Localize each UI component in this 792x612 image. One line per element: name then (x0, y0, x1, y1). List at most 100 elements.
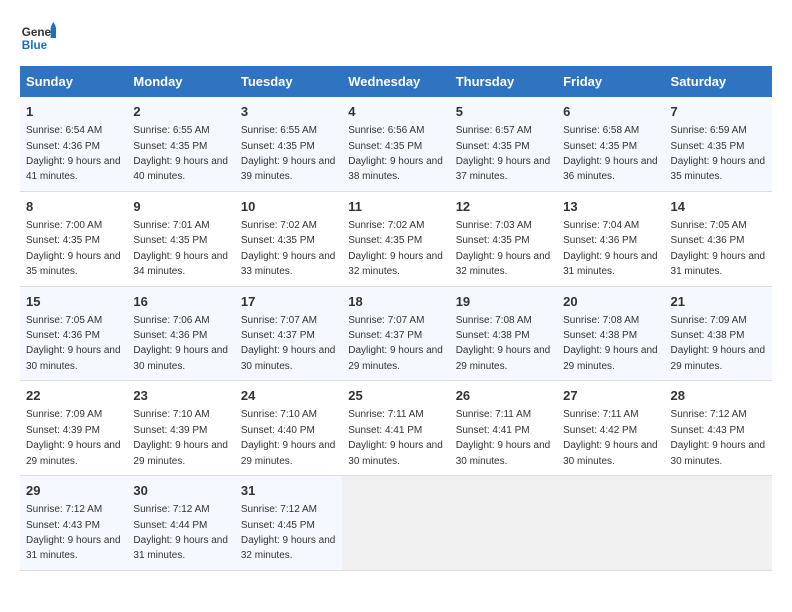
day-info: Sunrise: 7:12 AM Sunset: 4:45 PM Dayligh… (241, 504, 336, 561)
day-number: 26 (456, 387, 551, 405)
day-number: 4 (348, 103, 443, 121)
calendar-cell (665, 476, 772, 571)
day-info: Sunrise: 7:07 AM Sunset: 4:37 PM Dayligh… (241, 315, 336, 372)
day-info: Sunrise: 7:03 AM Sunset: 4:35 PM Dayligh… (456, 220, 551, 277)
calendar-cell: 28 Sunrise: 7:12 AM Sunset: 4:43 PM Dayl… (665, 381, 772, 476)
calendar-cell: 14 Sunrise: 7:05 AM Sunset: 4:36 PM Dayl… (665, 191, 772, 286)
calendar-cell: 30 Sunrise: 7:12 AM Sunset: 4:44 PM Dayl… (127, 476, 234, 571)
day-number: 11 (348, 198, 443, 216)
day-info: Sunrise: 7:02 AM Sunset: 4:35 PM Dayligh… (348, 220, 443, 277)
day-number: 21 (671, 293, 766, 311)
calendar-cell: 24 Sunrise: 7:10 AM Sunset: 4:40 PM Dayl… (235, 381, 342, 476)
weekday-header-wednesday: Wednesday (342, 66, 449, 97)
day-info: Sunrise: 6:59 AM Sunset: 4:35 PM Dayligh… (671, 125, 766, 182)
day-info: Sunrise: 7:05 AM Sunset: 4:36 PM Dayligh… (671, 220, 766, 277)
day-number: 31 (241, 482, 336, 500)
weekday-header-friday: Friday (557, 66, 664, 97)
calendar-cell: 21 Sunrise: 7:09 AM Sunset: 4:38 PM Dayl… (665, 286, 772, 381)
header: General Blue (20, 20, 772, 56)
calendar-week-row: 22 Sunrise: 7:09 AM Sunset: 4:39 PM Dayl… (20, 381, 772, 476)
day-info: Sunrise: 7:01 AM Sunset: 4:35 PM Dayligh… (133, 220, 228, 277)
calendar-cell: 12 Sunrise: 7:03 AM Sunset: 4:35 PM Dayl… (450, 191, 557, 286)
day-info: Sunrise: 7:02 AM Sunset: 4:35 PM Dayligh… (241, 220, 336, 277)
day-number: 29 (26, 482, 121, 500)
day-info: Sunrise: 7:12 AM Sunset: 4:44 PM Dayligh… (133, 504, 228, 561)
calendar-cell: 15 Sunrise: 7:05 AM Sunset: 4:36 PM Dayl… (20, 286, 127, 381)
logo: General Blue (20, 20, 56, 56)
day-info: Sunrise: 7:04 AM Sunset: 4:36 PM Dayligh… (563, 220, 658, 277)
calendar-cell: 7 Sunrise: 6:59 AM Sunset: 4:35 PM Dayli… (665, 97, 772, 191)
calendar-cell (450, 476, 557, 571)
calendar-week-row: 8 Sunrise: 7:00 AM Sunset: 4:35 PM Dayli… (20, 191, 772, 286)
day-info: Sunrise: 6:55 AM Sunset: 4:35 PM Dayligh… (241, 125, 336, 182)
logo-icon: General Blue (20, 20, 56, 56)
calendar-week-row: 15 Sunrise: 7:05 AM Sunset: 4:36 PM Dayl… (20, 286, 772, 381)
day-info: Sunrise: 7:08 AM Sunset: 4:38 PM Dayligh… (563, 315, 658, 372)
day-number: 12 (456, 198, 551, 216)
calendar-cell (557, 476, 664, 571)
calendar-table: SundayMondayTuesdayWednesdayThursdayFrid… (20, 66, 772, 571)
day-info: Sunrise: 7:05 AM Sunset: 4:36 PM Dayligh… (26, 315, 121, 372)
day-info: Sunrise: 7:10 AM Sunset: 4:39 PM Dayligh… (133, 409, 228, 466)
day-number: 30 (133, 482, 228, 500)
day-number: 18 (348, 293, 443, 311)
day-number: 23 (133, 387, 228, 405)
calendar-cell: 9 Sunrise: 7:01 AM Sunset: 4:35 PM Dayli… (127, 191, 234, 286)
calendar-cell: 13 Sunrise: 7:04 AM Sunset: 4:36 PM Dayl… (557, 191, 664, 286)
day-number: 15 (26, 293, 121, 311)
calendar-cell: 23 Sunrise: 7:10 AM Sunset: 4:39 PM Dayl… (127, 381, 234, 476)
day-number: 10 (241, 198, 336, 216)
calendar-cell: 4 Sunrise: 6:56 AM Sunset: 4:35 PM Dayli… (342, 97, 449, 191)
day-info: Sunrise: 7:12 AM Sunset: 4:43 PM Dayligh… (26, 504, 121, 561)
calendar-cell: 1 Sunrise: 6:54 AM Sunset: 4:36 PM Dayli… (20, 97, 127, 191)
day-info: Sunrise: 7:11 AM Sunset: 4:42 PM Dayligh… (563, 409, 658, 466)
calendar-cell: 8 Sunrise: 7:00 AM Sunset: 4:35 PM Dayli… (20, 191, 127, 286)
calendar-cell: 29 Sunrise: 7:12 AM Sunset: 4:43 PM Dayl… (20, 476, 127, 571)
day-number: 25 (348, 387, 443, 405)
day-number: 16 (133, 293, 228, 311)
calendar-cell: 20 Sunrise: 7:08 AM Sunset: 4:38 PM Dayl… (557, 286, 664, 381)
day-number: 5 (456, 103, 551, 121)
calendar-cell: 22 Sunrise: 7:09 AM Sunset: 4:39 PM Dayl… (20, 381, 127, 476)
day-info: Sunrise: 7:07 AM Sunset: 4:37 PM Dayligh… (348, 315, 443, 372)
calendar-cell: 31 Sunrise: 7:12 AM Sunset: 4:45 PM Dayl… (235, 476, 342, 571)
day-info: Sunrise: 7:11 AM Sunset: 4:41 PM Dayligh… (456, 409, 551, 466)
calendar-cell: 19 Sunrise: 7:08 AM Sunset: 4:38 PM Dayl… (450, 286, 557, 381)
weekday-header-thursday: Thursday (450, 66, 557, 97)
calendar-cell: 6 Sunrise: 6:58 AM Sunset: 4:35 PM Dayli… (557, 97, 664, 191)
day-number: 13 (563, 198, 658, 216)
calendar-cell: 17 Sunrise: 7:07 AM Sunset: 4:37 PM Dayl… (235, 286, 342, 381)
calendar-cell: 10 Sunrise: 7:02 AM Sunset: 4:35 PM Dayl… (235, 191, 342, 286)
calendar-cell: 5 Sunrise: 6:57 AM Sunset: 4:35 PM Dayli… (450, 97, 557, 191)
day-number: 28 (671, 387, 766, 405)
calendar-cell: 18 Sunrise: 7:07 AM Sunset: 4:37 PM Dayl… (342, 286, 449, 381)
day-number: 6 (563, 103, 658, 121)
day-info: Sunrise: 6:54 AM Sunset: 4:36 PM Dayligh… (26, 125, 121, 182)
day-info: Sunrise: 7:09 AM Sunset: 4:38 PM Dayligh… (671, 315, 766, 372)
day-number: 22 (26, 387, 121, 405)
weekday-header-monday: Monday (127, 66, 234, 97)
weekday-header-row: SundayMondayTuesdayWednesdayThursdayFrid… (20, 66, 772, 97)
day-info: Sunrise: 7:08 AM Sunset: 4:38 PM Dayligh… (456, 315, 551, 372)
day-info: Sunrise: 6:55 AM Sunset: 4:35 PM Dayligh… (133, 125, 228, 182)
day-info: Sunrise: 7:10 AM Sunset: 4:40 PM Dayligh… (241, 409, 336, 466)
calendar-cell: 11 Sunrise: 7:02 AM Sunset: 4:35 PM Dayl… (342, 191, 449, 286)
weekday-header-tuesday: Tuesday (235, 66, 342, 97)
day-number: 9 (133, 198, 228, 216)
calendar-cell: 2 Sunrise: 6:55 AM Sunset: 4:35 PM Dayli… (127, 97, 234, 191)
calendar-week-row: 29 Sunrise: 7:12 AM Sunset: 4:43 PM Dayl… (20, 476, 772, 571)
calendar-cell: 16 Sunrise: 7:06 AM Sunset: 4:36 PM Dayl… (127, 286, 234, 381)
weekday-header-sunday: Sunday (20, 66, 127, 97)
day-number: 17 (241, 293, 336, 311)
day-number: 20 (563, 293, 658, 311)
calendar-cell: 27 Sunrise: 7:11 AM Sunset: 4:42 PM Dayl… (557, 381, 664, 476)
day-info: Sunrise: 6:57 AM Sunset: 4:35 PM Dayligh… (456, 125, 551, 182)
day-info: Sunrise: 7:00 AM Sunset: 4:35 PM Dayligh… (26, 220, 121, 277)
day-number: 3 (241, 103, 336, 121)
calendar-cell: 26 Sunrise: 7:11 AM Sunset: 4:41 PM Dayl… (450, 381, 557, 476)
day-number: 7 (671, 103, 766, 121)
day-number: 19 (456, 293, 551, 311)
day-info: Sunrise: 7:06 AM Sunset: 4:36 PM Dayligh… (133, 315, 228, 372)
day-info: Sunrise: 6:56 AM Sunset: 4:35 PM Dayligh… (348, 125, 443, 182)
calendar-cell (342, 476, 449, 571)
